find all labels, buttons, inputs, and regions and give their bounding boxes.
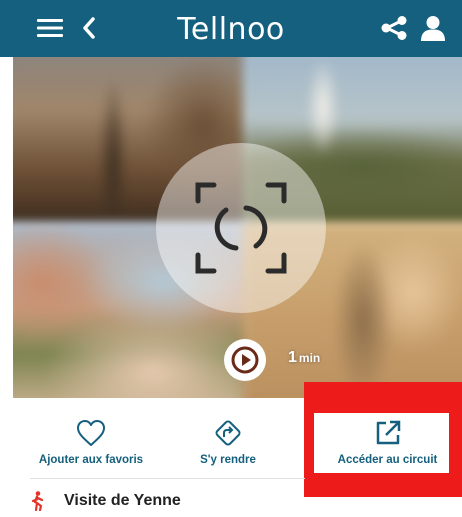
add-to-favorites-button[interactable]: Ajouter aux favoris	[21, 398, 161, 478]
play-icon	[231, 346, 259, 374]
access-tour-button[interactable]: Accéder au circuit	[315, 398, 460, 478]
access-label: Accéder au circuit	[337, 454, 438, 466]
scan-button[interactable]	[156, 143, 326, 313]
action-bar: Ajouter aux favoris S'y rendre Accéder a…	[13, 398, 462, 478]
tour-title: Visite de Yenne	[64, 492, 181, 509]
favorites-label: Ajouter aux favoris	[38, 454, 144, 466]
divider	[30, 478, 305, 479]
duration-value: 1	[288, 349, 297, 366]
heart-icon	[76, 418, 106, 448]
app-header: Tellnoo	[0, 0, 462, 57]
route-label: S'y rendre	[200, 454, 256, 466]
audio-duration: 1 min	[288, 349, 320, 367]
get-directions-button[interactable]: S'y rendre	[173, 398, 283, 478]
walking-person-icon	[30, 491, 48, 511]
camera-scan-icon	[195, 182, 287, 274]
play-button[interactable]	[224, 339, 266, 381]
directions-icon	[213, 418, 243, 448]
tour-title-row: Visite de Yenne	[30, 490, 181, 512]
share-icon[interactable]	[381, 13, 407, 43]
user-icon[interactable]	[419, 13, 447, 43]
external-link-icon	[373, 418, 403, 448]
duration-unit: min	[298, 351, 321, 365]
hero-image: 1 min	[13, 57, 462, 398]
